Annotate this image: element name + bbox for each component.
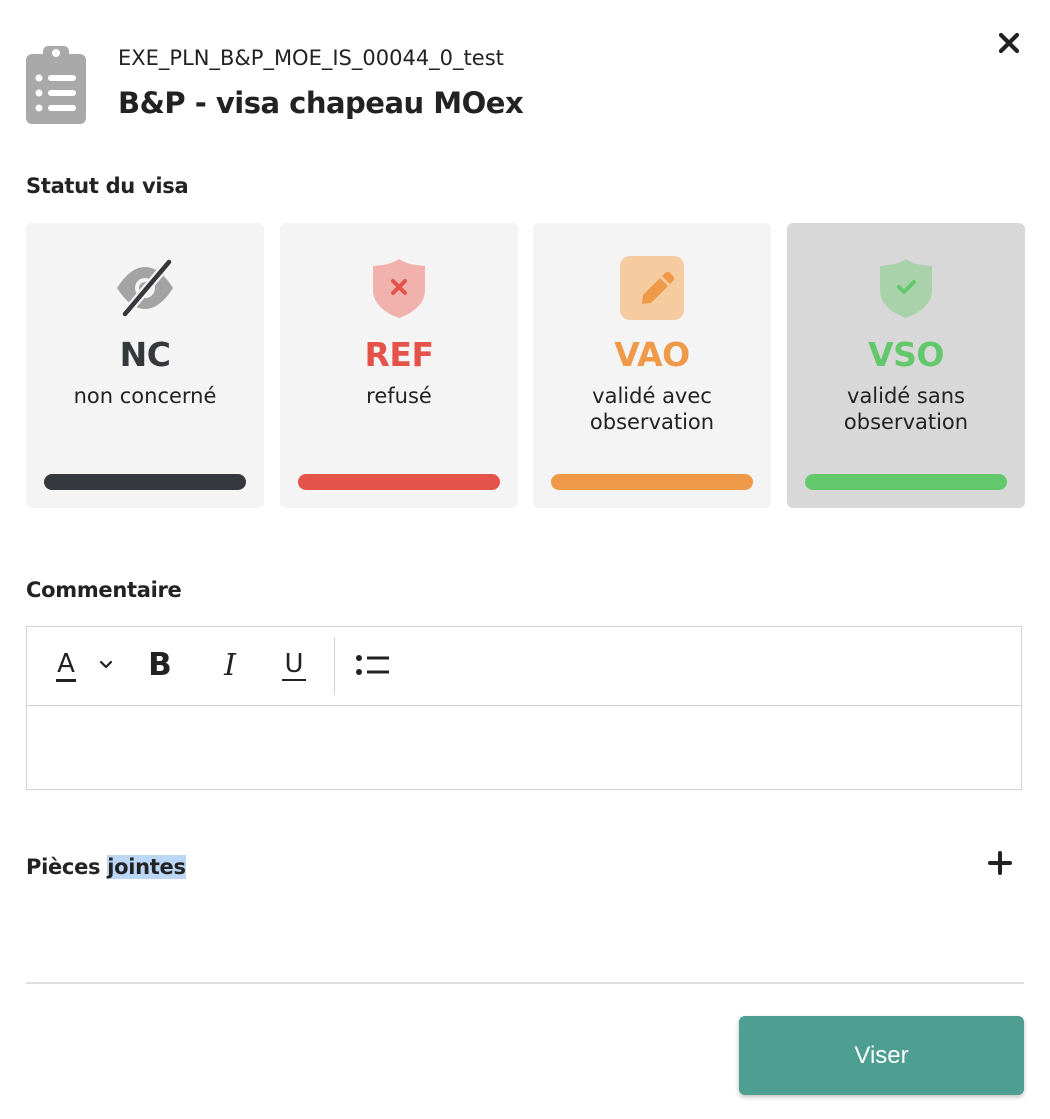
underline-icon: U (282, 649, 306, 681)
attachments-heading: Pièces jointes (26, 855, 186, 879)
status-option-vso[interactable]: VSO validé sans observation (787, 223, 1025, 508)
status-color-bar (44, 474, 246, 490)
status-code: VAO (614, 335, 690, 374)
chevron-down-icon (99, 660, 113, 669)
status-code: VSO (868, 335, 944, 374)
status-heading: Statut du visa (26, 174, 189, 198)
status-label: refusé (366, 384, 432, 408)
close-icon (998, 32, 1020, 54)
comment-editor: A B I U (26, 626, 1022, 790)
editor-toolbar: A B I U (27, 627, 1021, 706)
document-code: EXE_PLN_B&P_MOE_IS_00044_0_test (118, 46, 504, 70)
text-color-dropdown[interactable] (97, 645, 115, 685)
status-code: NC (119, 335, 171, 374)
comment-input[interactable] (27, 706, 1021, 790)
comment-heading: Commentaire (26, 578, 182, 602)
plus-icon (988, 851, 1012, 875)
divider (26, 982, 1024, 984)
shield-check-icon (874, 256, 938, 320)
attachments-heading-part1: Pièces (26, 855, 108, 879)
bold-button[interactable]: B (145, 645, 175, 685)
status-color-bar (298, 474, 500, 490)
shield-x-icon (367, 256, 431, 320)
status-option-nc[interactable]: NC non concerné (26, 223, 264, 508)
underline-button[interactable]: U (279, 645, 309, 685)
status-color-bar (551, 474, 753, 490)
submit-visa-button[interactable]: Viser (739, 1016, 1024, 1095)
pencil-icon (620, 256, 684, 320)
clipboard-list-icon (26, 44, 86, 124)
text-color-icon: A (56, 649, 76, 682)
status-color-bar (805, 474, 1007, 490)
status-code: REF (364, 335, 435, 374)
status-option-ref[interactable]: REF refusé (280, 223, 518, 508)
attachments-heading-part2: jointes (107, 855, 186, 879)
bullet-list-button[interactable] (353, 645, 393, 685)
status-option-vao[interactable]: VAO validé avec observation (533, 223, 771, 508)
eye-slash-icon (113, 256, 177, 320)
close-button[interactable] (996, 30, 1022, 56)
status-label: validé avec observation (589, 384, 715, 434)
status-label: validé sans observation (843, 384, 969, 434)
text-color-button[interactable]: A (51, 645, 81, 685)
page-title: B&P - visa chapeau MOex (118, 86, 524, 120)
status-label: non concerné (73, 384, 217, 408)
toolbar-divider (334, 637, 335, 695)
italic-button[interactable]: I (215, 645, 245, 685)
bullet-list-icon (356, 655, 389, 675)
add-attachment-button[interactable] (987, 850, 1013, 876)
